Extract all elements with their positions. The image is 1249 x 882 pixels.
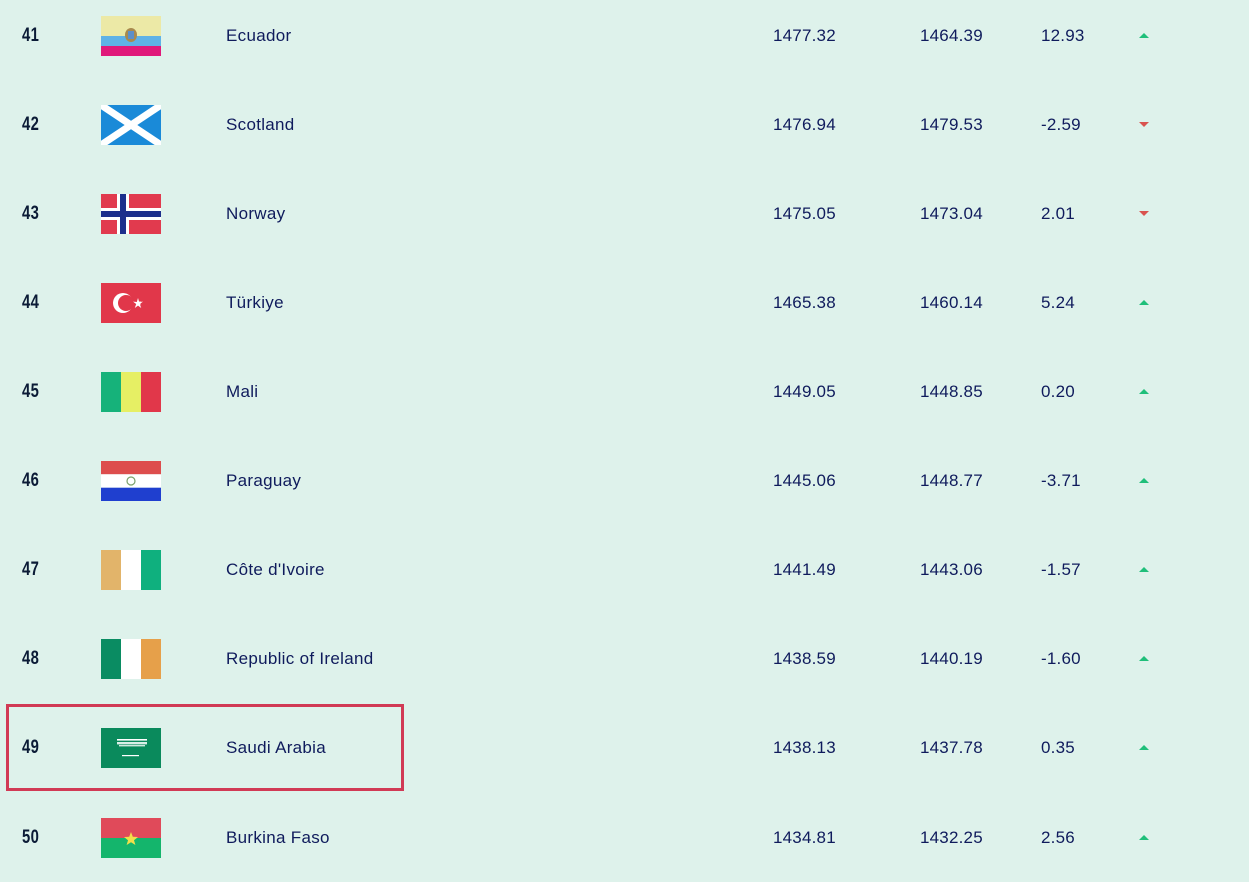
previous-points: 1437.78 (920, 737, 983, 757)
trend-up-icon (1138, 793, 1150, 882)
trend-up-icon (1138, 347, 1150, 436)
rank-cell: 50 (22, 826, 40, 848)
norway-flag-icon (101, 169, 161, 258)
points-change: 2.56 (1041, 827, 1075, 847)
previous-points: 1473.04 (920, 203, 983, 223)
rank-cell: 44 (22, 291, 40, 313)
rank-cell: 47 (22, 558, 40, 580)
points-change: 2.01 (1041, 203, 1075, 223)
total-points: 1476.94 (773, 114, 836, 134)
team-name[interactable]: Paraguay (226, 436, 301, 525)
table-row[interactable]: 47 Côte d'Ivoire 1441.49 1443.06 -1.57 (0, 525, 1249, 614)
paraguay-flag-icon (101, 436, 161, 525)
total-points: 1449.05 (773, 381, 836, 401)
table-row[interactable]: 41 Ecuador 1477.32 1464.39 12.93 (0, 0, 1249, 80)
rank-cell: 43 (22, 202, 40, 224)
trend-up-icon (1138, 614, 1150, 703)
mali-flag-icon (101, 347, 161, 436)
rank-cell: 48 (22, 647, 40, 669)
table-row[interactable]: 49 Saudi Arabia 1438.13 1437.78 0.35 (0, 703, 1249, 792)
points-change: 0.20 (1041, 381, 1075, 401)
previous-points: 1460.14 (920, 292, 983, 312)
previous-points: 1464.39 (920, 25, 983, 45)
total-points: 1434.81 (773, 827, 836, 847)
previous-points: 1448.77 (920, 470, 983, 490)
total-points: 1441.49 (773, 559, 836, 579)
total-points: 1465.38 (773, 292, 836, 312)
table-row[interactable]: 42 Scotland 1476.94 1479.53 -2.59 (0, 80, 1249, 169)
table-row[interactable]: 50 Burkina Faso 1434.81 1432.25 2.56 (0, 793, 1249, 882)
rank-cell: 45 (22, 380, 40, 402)
points-change: -3.71 (1041, 470, 1081, 490)
team-name[interactable]: Türkiye (226, 258, 284, 347)
trend-up-icon (1138, 436, 1150, 525)
points-change: -1.57 (1041, 559, 1081, 579)
ireland-flag-icon (101, 614, 161, 703)
points-change: 0.35 (1041, 737, 1075, 757)
team-name[interactable]: Côte d'Ivoire (226, 525, 325, 614)
team-name[interactable]: Mali (226, 347, 258, 436)
previous-points: 1479.53 (920, 114, 983, 134)
points-change: 5.24 (1041, 292, 1075, 312)
turkiye-flag-icon (101, 258, 161, 347)
trend-up-icon (1138, 703, 1150, 792)
total-points: 1477.32 (773, 25, 836, 45)
team-name[interactable]: Ecuador (226, 0, 291, 80)
trend-down-icon (1138, 169, 1150, 258)
table-row[interactable]: 45 Mali 1449.05 1448.85 0.20 (0, 347, 1249, 436)
total-points: 1445.06 (773, 470, 836, 490)
burkina-faso-flag-icon (101, 793, 161, 882)
table-row[interactable]: 43 Norway 1475.05 1473.04 2.01 (0, 169, 1249, 258)
rank-cell: 46 (22, 469, 40, 491)
team-name[interactable]: Burkina Faso (226, 793, 330, 882)
previous-points: 1448.85 (920, 381, 983, 401)
previous-points: 1443.06 (920, 559, 983, 579)
table-row[interactable]: 44 Türkiye 1465.38 1460.14 5.24 (0, 258, 1249, 347)
rank-cell: 49 (22, 736, 40, 758)
saudi-arabia-flag-icon (101, 703, 161, 792)
total-points: 1438.59 (773, 648, 836, 668)
points-change: 12.93 (1041, 25, 1085, 45)
cote-divoire-flag-icon (101, 525, 161, 614)
trend-up-icon (1138, 525, 1150, 614)
ranking-table: 41 Ecuador 1477.32 1464.39 12.93 42 Scot… (0, 0, 1249, 875)
table-row[interactable]: 46 Paraguay 1445.06 1448.77 -3.71 (0, 436, 1249, 525)
team-name[interactable]: Saudi Arabia (226, 703, 326, 792)
rank-cell: 41 (22, 24, 40, 46)
team-name[interactable]: Republic of Ireland (226, 614, 373, 703)
table-row[interactable]: 48 Republic of Ireland 1438.59 1440.19 -… (0, 614, 1249, 703)
scotland-flag-icon (101, 80, 161, 169)
trend-up-icon (1138, 0, 1150, 80)
previous-points: 1432.25 (920, 827, 983, 847)
previous-points: 1440.19 (920, 648, 983, 668)
trend-up-icon (1138, 258, 1150, 347)
points-change: -1.60 (1041, 648, 1081, 668)
points-change: -2.59 (1041, 114, 1081, 134)
team-name[interactable]: Scotland (226, 80, 295, 169)
team-name[interactable]: Norway (226, 169, 285, 258)
trend-down-icon (1138, 80, 1150, 169)
total-points: 1438.13 (773, 737, 836, 757)
ecuador-flag-icon (101, 0, 161, 80)
total-points: 1475.05 (773, 203, 836, 223)
rank-cell: 42 (22, 113, 40, 135)
